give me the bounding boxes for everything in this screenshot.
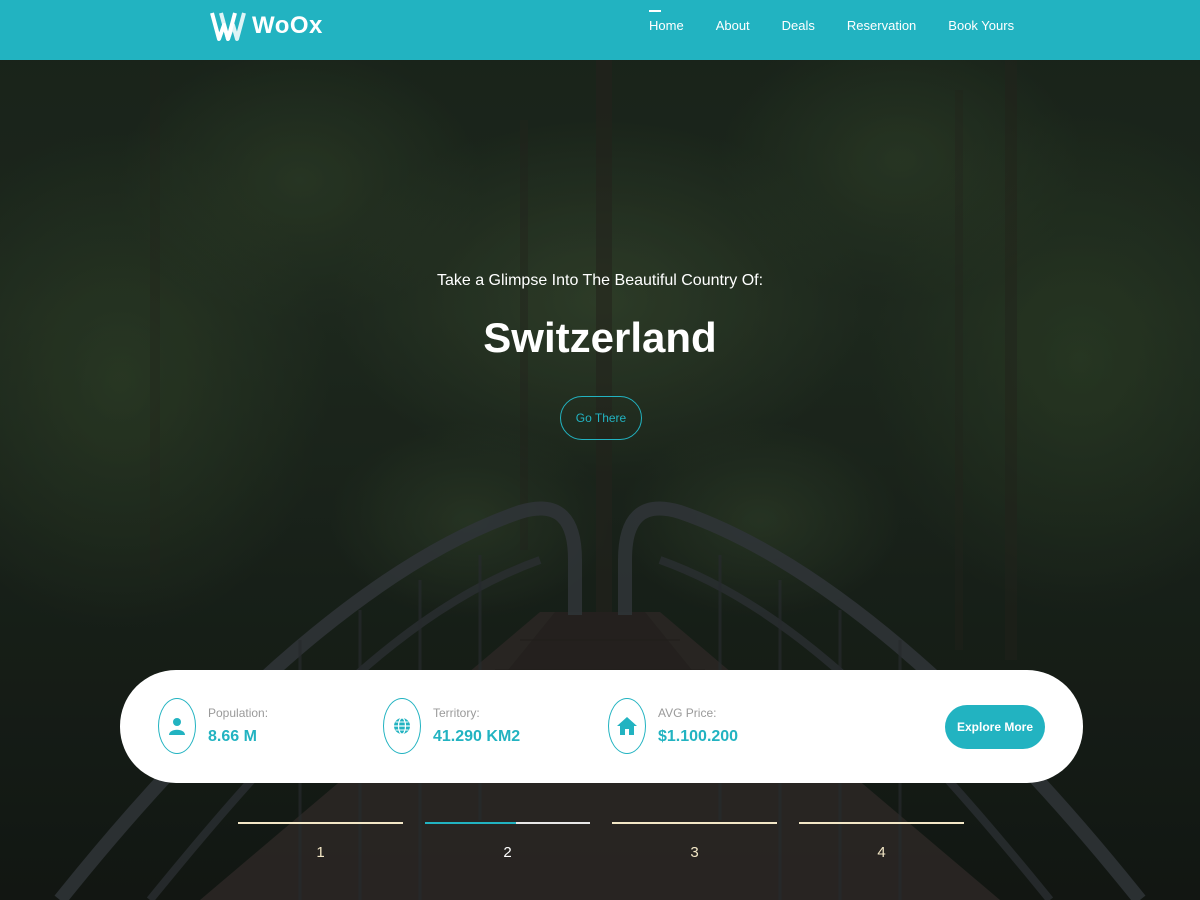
slide-tab-3[interactable]: 3 [612, 822, 777, 862]
go-there-button[interactable]: Go There [560, 396, 642, 440]
hero-subtitle: Take a Glimpse Into The Beautiful Countr… [436, 272, 764, 289]
slide-tab-4[interactable]: 4 [799, 822, 964, 862]
brand-name: WoOx [252, 12, 323, 39]
nav-home[interactable]: Home [633, 0, 700, 52]
territory-stat: Territory: 41.290 KM2 [383, 698, 520, 754]
country-info-card: Population: 8.66 M Territory: 41.290 KM2 [120, 670, 1083, 783]
territory-label: Territory: [433, 706, 480, 720]
woox-logo-icon [210, 12, 246, 41]
population-label: Population: [208, 706, 269, 720]
slide-progress-bar [425, 822, 516, 824]
hero-title: Switzerland [483, 314, 717, 361]
avg-price-value: $1.100.200 [658, 728, 739, 745]
slide-number: 2 [503, 844, 512, 861]
slide-tab-2[interactable]: 2 [425, 822, 590, 862]
slide-indicator-line [612, 822, 777, 824]
user-icon [158, 698, 196, 754]
explore-more-button[interactable]: Explore More [945, 705, 1045, 749]
avg-price-label: AVG Price: [658, 706, 717, 720]
population-stat: Population: 8.66 M [158, 698, 268, 754]
slide-number: 1 [316, 844, 325, 861]
nav-about[interactable]: About [700, 0, 766, 52]
slide-tab-1[interactable]: 1 [238, 822, 403, 862]
nav-reservation[interactable]: Reservation [831, 0, 932, 52]
slide-indicator-line [238, 822, 403, 824]
brand-logo[interactable]: WoOx [210, 6, 323, 46]
territory-value: 41.290 KM2 [433, 728, 521, 745]
globe-icon [383, 698, 421, 754]
nav-deals[interactable]: Deals [766, 0, 831, 52]
slide-indicator-line [799, 822, 964, 824]
avg-price-stat: AVG Price: $1.100.200 [608, 698, 738, 754]
nav-book-yours[interactable]: Book Yours [932, 0, 1030, 52]
main-nav: Home About Deals Reservation Book Yours [633, 0, 1030, 52]
top-navbar: WoOx Home About Deals Reservation Book Y… [0, 0, 1200, 60]
home-icon [608, 698, 646, 754]
population-value: 8.66 M [208, 728, 257, 745]
slide-number: 3 [690, 844, 699, 861]
slide-number: 4 [877, 844, 886, 861]
